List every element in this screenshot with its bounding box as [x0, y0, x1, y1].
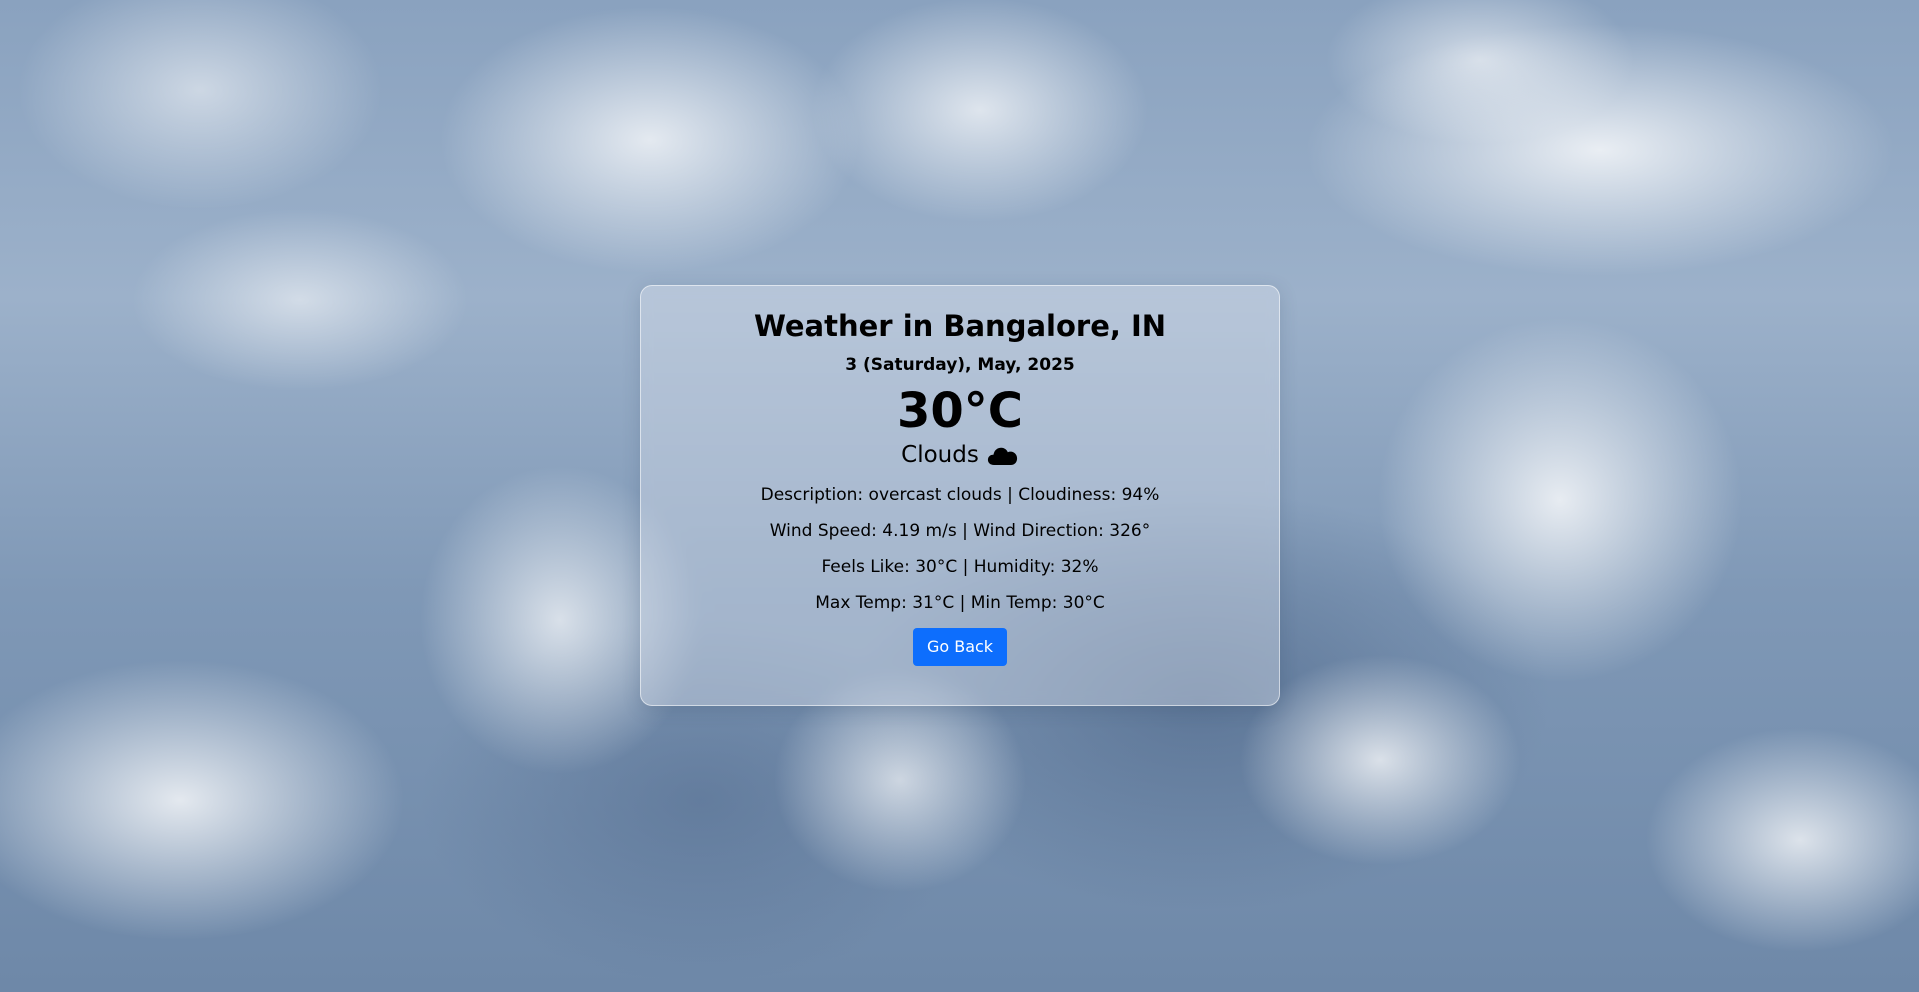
- weather-condition: Clouds: [641, 440, 1279, 470]
- weather-details: Description: overcast clouds | Cloudines…: [641, 484, 1279, 614]
- go-back-button[interactable]: Go Back: [912, 628, 1008, 666]
- page-title: Weather in Bangalore, IN: [753, 309, 1167, 343]
- page-background: Weather in Bangalore, IN 3 (Saturday), M…: [0, 0, 1919, 992]
- condition-label: Clouds: [901, 442, 979, 468]
- feels-like-line: Feels Like: 30°C | Humidity: 32%: [821, 557, 1099, 577]
- cloud-icon: [987, 444, 1019, 466]
- temperature-value: 30°C: [896, 383, 1024, 439]
- description-line: Description: overcast clouds | Cloudines…: [760, 485, 1160, 505]
- weather-date: 3 (Saturday), May, 2025: [845, 355, 1075, 375]
- weather-card: Weather in Bangalore, IN 3 (Saturday), M…: [640, 285, 1280, 706]
- wind-line: Wind Speed: 4.19 m/s | Wind Direction: 3…: [769, 521, 1151, 541]
- temp-range-line: Max Temp: 31°C | Min Temp: 30°C: [815, 593, 1105, 613]
